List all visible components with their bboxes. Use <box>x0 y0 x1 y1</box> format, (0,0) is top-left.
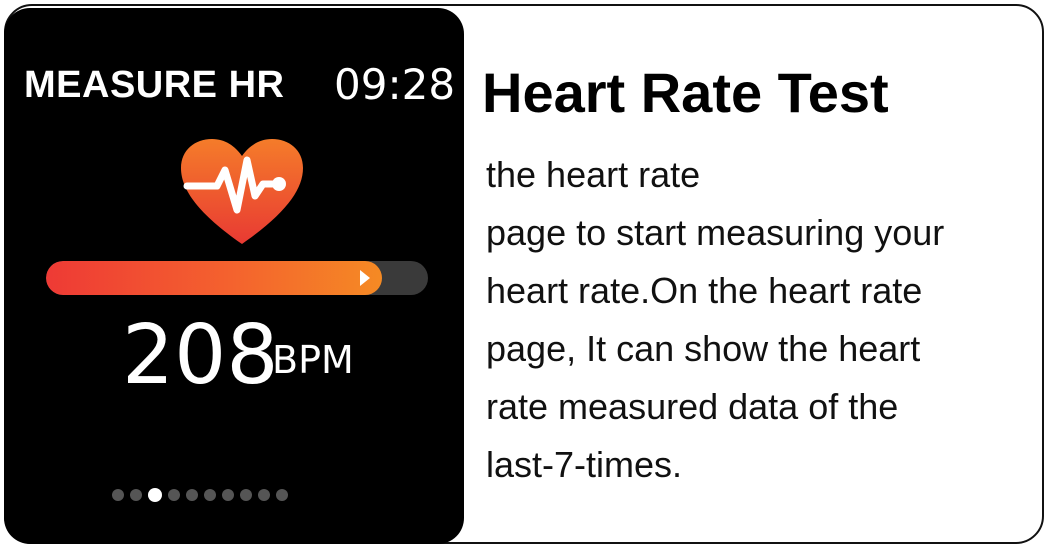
page-dot[interactable] <box>258 489 270 501</box>
page-dot[interactable] <box>186 489 198 501</box>
description-line: the heart rate <box>486 154 701 195</box>
page-dot-active[interactable] <box>148 488 162 502</box>
heart-rate-value: 208 <box>122 308 279 403</box>
page-dot[interactable] <box>130 489 142 501</box>
description-text: the heart rate page to start measuring y… <box>486 146 1046 494</box>
page-dot[interactable] <box>222 489 234 501</box>
play-arrow-icon <box>360 270 370 286</box>
page-dot[interactable] <box>112 489 124 501</box>
heart-rate-unit: BPM <box>272 338 354 382</box>
description-line: page to start measuring your <box>486 212 945 253</box>
page-dot[interactable] <box>240 489 252 501</box>
page-heading: Heart Rate Test <box>482 61 889 124</box>
description-line: page, It can show the heart <box>486 328 921 369</box>
description-line: rate measured data of the <box>486 386 899 427</box>
clock-time: 09:28 <box>334 60 456 109</box>
page-indicator <box>112 488 288 502</box>
watch-screen: MEASURE HR 09:28 208 BPM <box>4 8 464 544</box>
measure-progress-bar <box>46 261 428 295</box>
page-dot[interactable] <box>204 489 216 501</box>
description-line: last-7-times. <box>486 444 683 485</box>
measure-progress-fill <box>46 261 382 295</box>
heart-pulse-icon[interactable] <box>179 138 305 246</box>
page-dot[interactable] <box>168 489 180 501</box>
screen-title: MEASURE HR <box>24 64 285 106</box>
page-dot[interactable] <box>276 489 288 501</box>
description-line: heart rate.On the heart rate <box>486 270 923 311</box>
